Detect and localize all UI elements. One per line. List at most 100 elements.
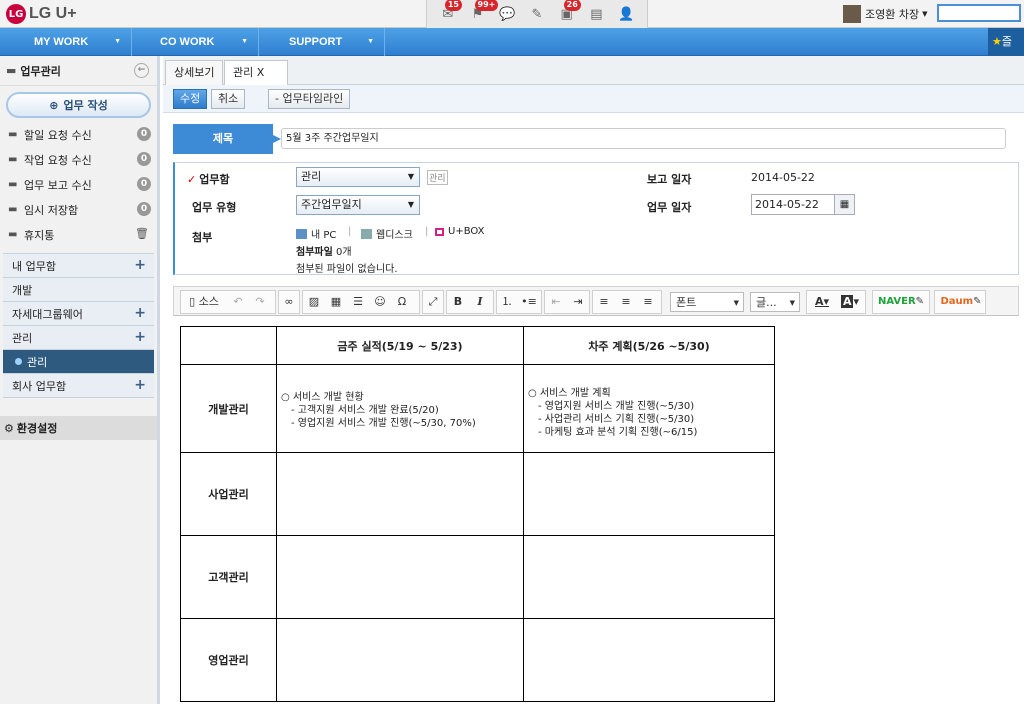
font-size-select[interactable]: 글... ▼ [750, 292, 800, 312]
settings-link[interactable]: ⚙ 환경설정 [0, 416, 157, 440]
trash-icon[interactable]: 🗑 [135, 227, 149, 240]
work-icon: ▬ [6, 64, 17, 77]
next-week-cell[interactable]: ○ 서비스 개발 계획 - 영업지원 서비스 개발 진행(~5/30) - 사업… [523, 364, 775, 453]
chat-icon[interactable]: 💬 [498, 6, 516, 22]
align-center-icon[interactable]: ≡ [618, 292, 634, 312]
this-week-cell[interactable]: ○ 서비스 개발 현황 - 고객지원 서비스 개발 완료(5/20) - 영업지… [276, 364, 524, 453]
group-management[interactable]: 관리 + [3, 326, 154, 350]
cancel-button[interactable]: 취소 [211, 89, 246, 109]
this-week-cell[interactable] [276, 452, 524, 536]
sidebar-item-task-received[interactable]: ▬ 작업 요청 수신 0 [0, 147, 157, 172]
fullscreen-icon[interactable]: ⤢ [425, 292, 441, 312]
inbox-select[interactable]: 관리 ▼ [296, 167, 420, 187]
this-week-cell[interactable] [276, 535, 524, 619]
tab-detail[interactable]: 상세보기 [165, 60, 224, 85]
edit-icon[interactable]: ✎ [528, 6, 546, 22]
plus-icon[interactable]: + [134, 305, 146, 321]
attach-webdisk[interactable]: 웹디스크 [361, 226, 413, 241]
attach-label: 첨부 [192, 231, 213, 244]
group-dev[interactable]: 개발 [3, 278, 154, 302]
group-my-workbox[interactable]: 내 업무함 + [3, 254, 154, 278]
settings-label: 환경설정 [16, 422, 58, 435]
this-week-cell[interactable] [276, 618, 524, 702]
user-menu[interactable]: 조영환 차장 ▼ [843, 4, 928, 24]
next-week-cell[interactable] [523, 452, 775, 536]
sidebar-item-drafts[interactable]: ▬ 임시 저장함 0 [0, 197, 157, 222]
user-name: 조영환 차장 [865, 8, 920, 21]
approval-icon[interactable]: ▣ 26 [558, 0, 581, 22]
back-icon[interactable]: ← [134, 63, 149, 78]
mail-icon[interactable]: ✉ 15 [439, 0, 462, 22]
sidebar-item-report-received[interactable]: ▬ 업무 보고 수신 0 [0, 172, 157, 197]
bullet-list-icon[interactable]: •≡ [521, 292, 537, 312]
folder-icon: ▬ [8, 179, 18, 190]
font-select[interactable]: 폰트 ▼ [670, 292, 744, 312]
new-work-label: 업무 작성 [63, 99, 108, 112]
new-work-button[interactable]: ⊕ 업무 작성 [6, 92, 151, 118]
plus-icon[interactable]: + [134, 377, 146, 393]
nav-support[interactable]: SUPPORT ▼ [259, 28, 385, 56]
outdent-icon[interactable]: ⇤ [548, 292, 564, 312]
editor-document[interactable]: 금주 실적(5/19 ~ 5/23) 차주 계획(5/26 ~5/30) 개발관… [173, 316, 1019, 704]
group-management-active[interactable]: 관리 [3, 350, 154, 374]
action-toolbar: 수정 취소 - 업무타임라인 [163, 85, 1024, 113]
ordered-list-icon[interactable]: ⒈ [499, 292, 515, 312]
sidebar-item-todo-received[interactable]: ▬ 할일 요청 수신 0 [0, 122, 157, 147]
indent-icon[interactable]: ⇥ [570, 292, 586, 312]
attach-uplus-box[interactable]: U+BOX [435, 226, 484, 237]
redo-icon[interactable]: ↷ [252, 292, 268, 312]
attach-source-label: 웹디스크 [376, 230, 413, 241]
separator: | [348, 226, 352, 237]
bold-icon[interactable]: B [450, 292, 466, 312]
top-icon-bar: ✉ 15 ⚑ 99+ 💬 ✎ ▣ 26 ▤ 👤 [426, 0, 648, 28]
storage-icon[interactable]: ▤ [587, 6, 605, 22]
tab-management[interactable]: 관리 X [224, 60, 288, 86]
favorites-label: 즐 [1001, 35, 1012, 48]
lg-logo-icon: LG [6, 4, 26, 24]
attach-my-pc[interactable]: 내 PC [296, 226, 336, 241]
table-row: 개발관리 ○ 서비스 개발 현황 - 고객지원 서비스 개발 완료(5/20) … [180, 364, 775, 453]
favorites-button[interactable]: ★즐 [988, 28, 1024, 56]
text-color-icon[interactable]: A▾ [810, 292, 834, 312]
attach-count-label: 첨부파일 [296, 247, 333, 258]
logo[interactable]: LG LG U+ [6, 3, 77, 25]
nav-co-work[interactable]: CO WORK ▼ [132, 28, 259, 56]
plus-icon[interactable]: + [134, 257, 146, 273]
align-right-icon[interactable]: ≡ [640, 292, 656, 312]
source-button[interactable]: ▯ 소스 [184, 292, 224, 312]
work-type-select[interactable]: 주간업무일지 ▼ [296, 195, 420, 215]
table-icon[interactable]: ▦ [328, 292, 344, 312]
align-left-icon[interactable]: ≡ [596, 292, 612, 312]
link-icon[interactable]: ∞ [281, 292, 297, 312]
undo-icon[interactable]: ↶ [230, 292, 246, 312]
sidebar-item-trash[interactable]: ▬ 휴지통 🗑 [0, 222, 157, 247]
star-icon: ★ [992, 35, 1002, 48]
search-input[interactable] [937, 4, 1021, 22]
italic-icon[interactable]: I [472, 292, 488, 312]
next-week-cell[interactable] [523, 618, 775, 702]
timeline-button[interactable]: - 업무타임라인 [268, 89, 351, 109]
attach-empty-text: 첨부된 파일이 없습니다. [296, 264, 398, 275]
group-company-workbox[interactable]: 회사 업무함 + [3, 374, 154, 398]
edit-button[interactable]: 수정 [173, 89, 208, 109]
next-week-cell[interactable] [523, 535, 775, 619]
calendar-icon[interactable]: ▦ [834, 195, 854, 214]
work-type-label: 업무 유형 [192, 201, 237, 214]
group-next-gen-groupware[interactable]: 자세대그룹웨어 + [3, 302, 154, 326]
special-char-icon[interactable]: Ω [394, 292, 410, 312]
daum-dictionary-button[interactable]: Daum✎ [938, 292, 984, 312]
bg-color-icon[interactable]: A ▾ [838, 292, 862, 312]
horizontal-rule-icon[interactable]: ☰ [350, 292, 366, 312]
nav-my-work[interactable]: MY WORK ▼ [0, 28, 132, 56]
cell-line: - 영업지원 서비스 개발 진행(~5/30) [538, 401, 695, 412]
title-input[interactable]: 5월 3주 주간업무일지 [281, 128, 1006, 149]
naver-dictionary-button[interactable]: NAVER✎ [876, 292, 926, 312]
plus-icon[interactable]: + [134, 329, 146, 345]
cell-line: - 사업관리 서비스 기획 진행(~5/30) [538, 414, 695, 425]
image-icon[interactable]: ▨ [306, 292, 322, 312]
emoji-icon[interactable]: ☺ [372, 292, 388, 312]
group-label: 관리 [12, 331, 33, 345]
work-date-field[interactable]: 2014-05-22 ▦ [751, 194, 855, 215]
add-user-icon[interactable]: 👤 [617, 6, 635, 22]
notification-icon[interactable]: ⚑ 99+ [469, 0, 499, 22]
